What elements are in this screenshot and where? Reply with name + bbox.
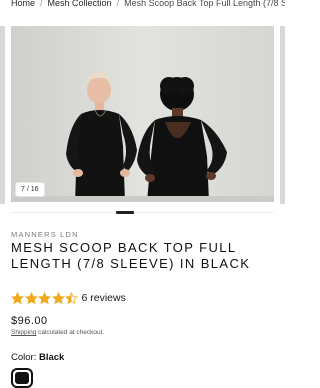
color-label: Color:	[11, 352, 37, 363]
tax-note-text: calculated at checkout.	[36, 329, 105, 336]
gallery-scrollbar-track[interactable]	[11, 212, 274, 213]
product-price: $96.00	[11, 315, 48, 327]
breadcrumb-collection-link[interactable]: Mesh Collection	[48, 0, 112, 8]
breadcrumb-separator: /	[116, 0, 120, 8]
product-image[interactable]: 7 / 16	[11, 26, 274, 202]
next-image-peek[interactable]	[280, 26, 285, 204]
product-gallery[interactable]: 7 / 16	[0, 26, 285, 216]
star-icon	[24, 291, 38, 304]
image-counter: 7 / 16	[15, 182, 45, 197]
tax-note: Shipping calculated at checkout.	[11, 329, 104, 336]
shipping-link[interactable]: Shipping	[11, 329, 36, 336]
breadcrumb-separator: /	[40, 0, 43, 8]
breadcrumb-current: Mesh Scoop Back Top Full Length (7/8 Sle…	[124, 0, 285, 8]
product-title: MESH SCOOP BACK TOP FULL LENGTH (7/8 SLE…	[11, 240, 251, 271]
product-rating[interactable]: 6 reviews	[11, 291, 126, 305]
star-icon	[11, 291, 24, 304]
swatch-fill	[15, 372, 29, 384]
previous-image-peek[interactable]	[0, 26, 5, 204]
gallery-scrollbar-thumb[interactable]	[116, 211, 134, 214]
star-icon	[65, 291, 78, 304]
rating-stars	[11, 291, 79, 305]
product-vendor: MANNERS LDN	[11, 230, 79, 239]
breadcrumb: Home / Mesh Collection / Mesh Scoop Back Top…	[11, 0, 285, 10]
star-icon	[51, 291, 65, 304]
reviews-link[interactable]: 6 reviews	[82, 292, 126, 304]
product-photo-illustration	[11, 26, 274, 202]
breadcrumb-home-link[interactable]: Home	[11, 0, 35, 8]
color-option-label: Color: Black	[11, 352, 64, 363]
color-swatch-black[interactable]	[11, 368, 33, 388]
color-value: Black	[38, 352, 65, 363]
star-icon	[38, 291, 51, 304]
